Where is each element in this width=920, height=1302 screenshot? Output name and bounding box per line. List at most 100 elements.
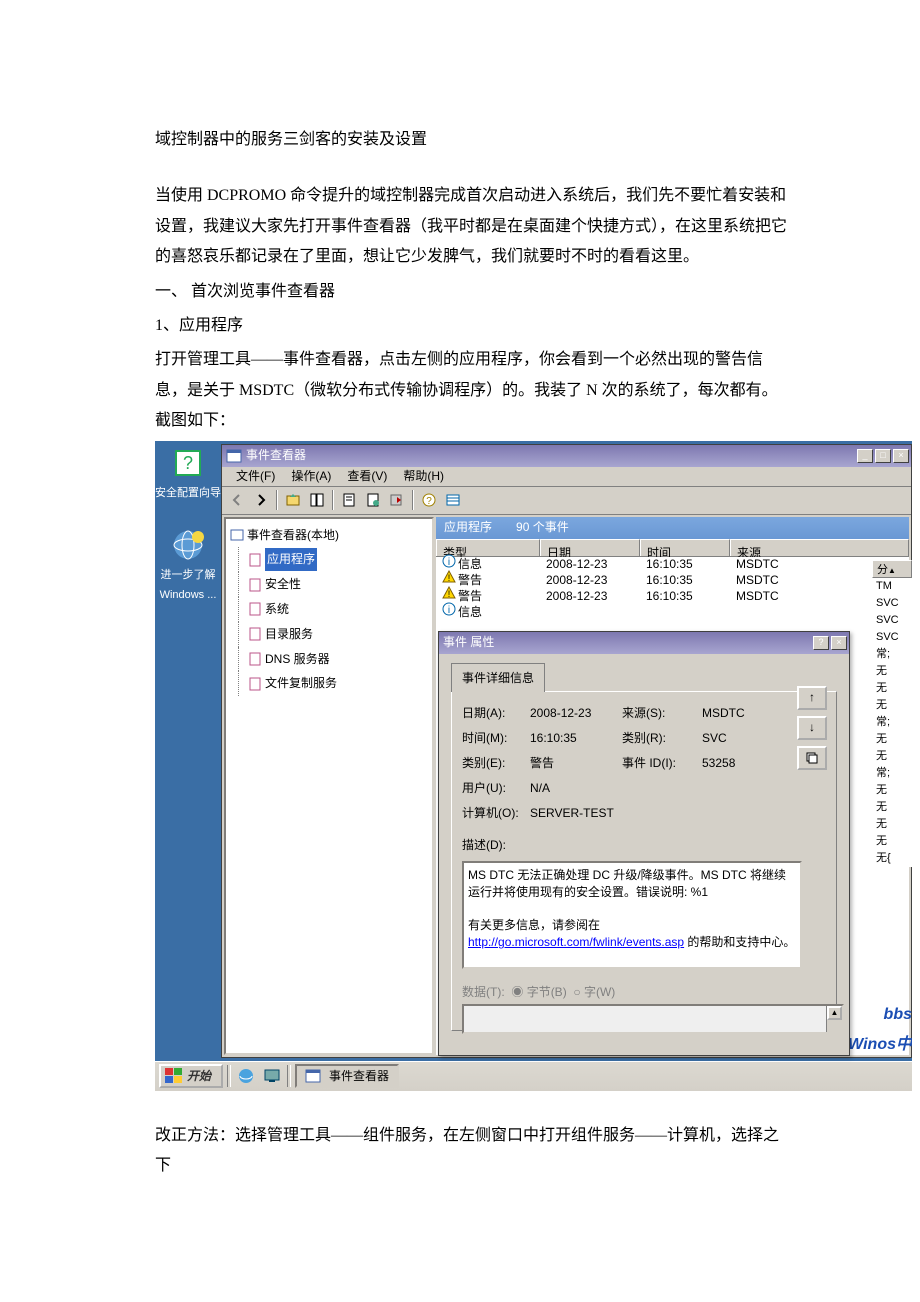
heading-2: 1、应用程序	[155, 311, 790, 341]
tree-item-frs[interactable]: 文件复制服务	[230, 671, 428, 696]
watermark-winos: Winos中	[848, 1030, 912, 1060]
minimize-button[interactable]: _	[857, 449, 873, 463]
menu-action[interactable]: 操作(A)	[283, 465, 339, 488]
svg-text:i: i	[448, 557, 450, 568]
watermark: bbs Winos中	[848, 1000, 912, 1061]
tree-item-dns[interactable]: DNS 服务器	[230, 647, 428, 672]
copy-button[interactable]	[797, 746, 827, 770]
tree-item-directory[interactable]: 目录服务	[230, 622, 428, 647]
prev-event-button[interactable]: ↑	[797, 686, 827, 710]
help-button[interactable]: ?	[418, 489, 440, 511]
app-icon	[305, 1068, 321, 1084]
value-time: 16:10:35	[530, 727, 622, 750]
log-icon	[248, 652, 262, 666]
shield-icon: ?	[170, 445, 206, 481]
help-button[interactable]: ?	[813, 636, 829, 650]
menu-view[interactable]: 查看(V)	[339, 465, 395, 488]
events-link[interactable]: http://go.microsoft.com/fwlink/events.as…	[468, 935, 684, 949]
cell-cat: 常;	[872, 714, 912, 731]
dialog-titlebar[interactable]: 事件 属性 ? ×	[439, 632, 849, 654]
data-textbox[interactable]: ▲	[462, 1004, 844, 1034]
list-header: 应用程序 90 个事件	[436, 517, 909, 539]
paragraph-2: 打开管理工具——事件查看器，点击左侧的应用程序，你会看到一个必然出现的警告信息，…	[155, 345, 790, 436]
svg-text:!: !	[448, 573, 451, 583]
taskbar-separator	[287, 1065, 291, 1087]
show-hide-button[interactable]	[306, 489, 328, 511]
tree-root-label: 事件查看器(本地)	[247, 524, 339, 547]
close-button[interactable]: ×	[893, 449, 909, 463]
next-event-button[interactable]: ↓	[797, 716, 827, 740]
quicklaunch-ie[interactable]	[235, 1065, 257, 1087]
event-properties-dialog: 事件 属性 ? × 事件详细信息 日期(A): 2008-12-23 来源(S)…	[438, 631, 850, 1056]
label-type: 类别(E):	[462, 752, 530, 775]
titlebar[interactable]: 事件查看器 _ □ ×	[222, 445, 911, 467]
label-date: 日期(A):	[462, 702, 530, 725]
cell-cat: 无	[872, 748, 912, 765]
quicklaunch-desktop[interactable]	[261, 1065, 283, 1087]
start-label: 开始	[187, 1065, 211, 1088]
desktop-icon-security-wizard[interactable]: ? 安全配置向导	[155, 445, 223, 504]
scrollbar[interactable]: ▲	[826, 1006, 842, 1032]
properties-button[interactable]	[338, 489, 360, 511]
cell-time: 16:10:35	[640, 585, 730, 608]
toolbar-separator	[276, 490, 278, 510]
maximize-button[interactable]: □	[875, 449, 891, 463]
app-icon	[226, 448, 242, 464]
tree-root[interactable]: 事件查看器(本地)	[230, 523, 428, 548]
data-radio-row: 数据(T): ◉ 字节(B) ○ 字(W)	[462, 981, 826, 1004]
screenshot: ? 安全配置向导 进一步了解 Windows ... 事件查看器 _ □ × 文…	[155, 441, 912, 1091]
tree-pane[interactable]: 事件查看器(本地) 应用程序 安全性 系统 目录服务 DNS 服务器 文件复制服…	[224, 517, 434, 1055]
radio-byte[interactable]: ◉ 字节(B)	[511, 985, 566, 999]
info-icon: i	[442, 602, 456, 616]
label-user: 用户(U):	[462, 777, 530, 800]
cell-cat: SVC	[872, 612, 912, 629]
desktop-icon-learn-more[interactable]: 进一步了解 Windows ...	[155, 527, 223, 607]
warning-icon: !	[442, 586, 456, 600]
nav-back-button[interactable]	[226, 489, 248, 511]
export-button[interactable]	[386, 489, 408, 511]
log-icon	[248, 627, 262, 641]
doc-title: 域控制器中的服务三剑客的安装及设置	[155, 125, 790, 155]
cell-cat: 无{	[872, 850, 912, 867]
taskbar: 开始 事件查看器	[155, 1061, 912, 1091]
radio-word[interactable]: ○ 字(W)	[573, 985, 615, 999]
menu-help[interactable]: 帮助(H)	[395, 465, 452, 488]
log-icon	[248, 553, 262, 567]
cell-cat: 无	[872, 782, 912, 799]
desc-text-1: MS DTC 无法正确处理 DC 升级/降级事件。MS DTC 将继续运行并将使…	[468, 867, 796, 901]
tab-panel: 日期(A): 2008-12-23 来源(S): MSDTC 时间(M): 16…	[451, 691, 837, 1031]
list-button[interactable]	[442, 489, 464, 511]
window-title: 事件查看器	[246, 444, 857, 467]
up-button[interactable]	[282, 489, 304, 511]
label-data: 数据(T):	[462, 985, 505, 999]
scroll-up-button[interactable]: ▲	[827, 1006, 842, 1020]
description-textbox[interactable]: MS DTC 无法正确处理 DC 升级/降级事件。MS DTC 将继续运行并将使…	[462, 861, 802, 969]
menu-file[interactable]: 文件(F)	[228, 465, 283, 488]
desktop-icon-label-l2: Windows ...	[155, 585, 223, 606]
tree-item-label: DNS 服务器	[265, 648, 330, 671]
label-category: 类别(R):	[622, 727, 702, 750]
tree-item-application[interactable]: 应用程序	[230, 547, 428, 572]
svg-text:i: i	[448, 605, 450, 616]
heading-1: 一、 首次浏览事件查看器	[155, 277, 790, 307]
log-icon	[248, 578, 262, 592]
value-date: 2008-12-23	[530, 702, 622, 725]
tree-item-security[interactable]: 安全性	[230, 572, 428, 597]
tree-item-label: 文件复制服务	[265, 672, 337, 695]
globe-icon	[170, 527, 206, 563]
refresh-button[interactable]	[362, 489, 384, 511]
tree-item-system[interactable]: 系统	[230, 597, 428, 622]
tree-item-label: 应用程序	[265, 548, 317, 571]
dialog-title: 事件 属性	[443, 631, 813, 654]
close-button[interactable]: ×	[831, 636, 847, 650]
start-button[interactable]: 开始	[159, 1064, 223, 1088]
overflow-column: 分▲ TM SVC SVC SVC 常; 无 无 无 常; 无 无 常; 无 无…	[872, 560, 912, 867]
watermark-bbs: bbs	[848, 1000, 912, 1030]
label-source: 来源(S):	[622, 702, 702, 725]
col-category[interactable]: 分▲	[872, 560, 912, 578]
list-header-count: 90 个事件	[516, 516, 569, 539]
nav-forward-button[interactable]	[250, 489, 272, 511]
cell-cat: SVC	[872, 595, 912, 612]
tab-details[interactable]: 事件详细信息	[451, 663, 545, 693]
taskbar-item-eventviewer[interactable]: 事件查看器	[295, 1064, 399, 1088]
